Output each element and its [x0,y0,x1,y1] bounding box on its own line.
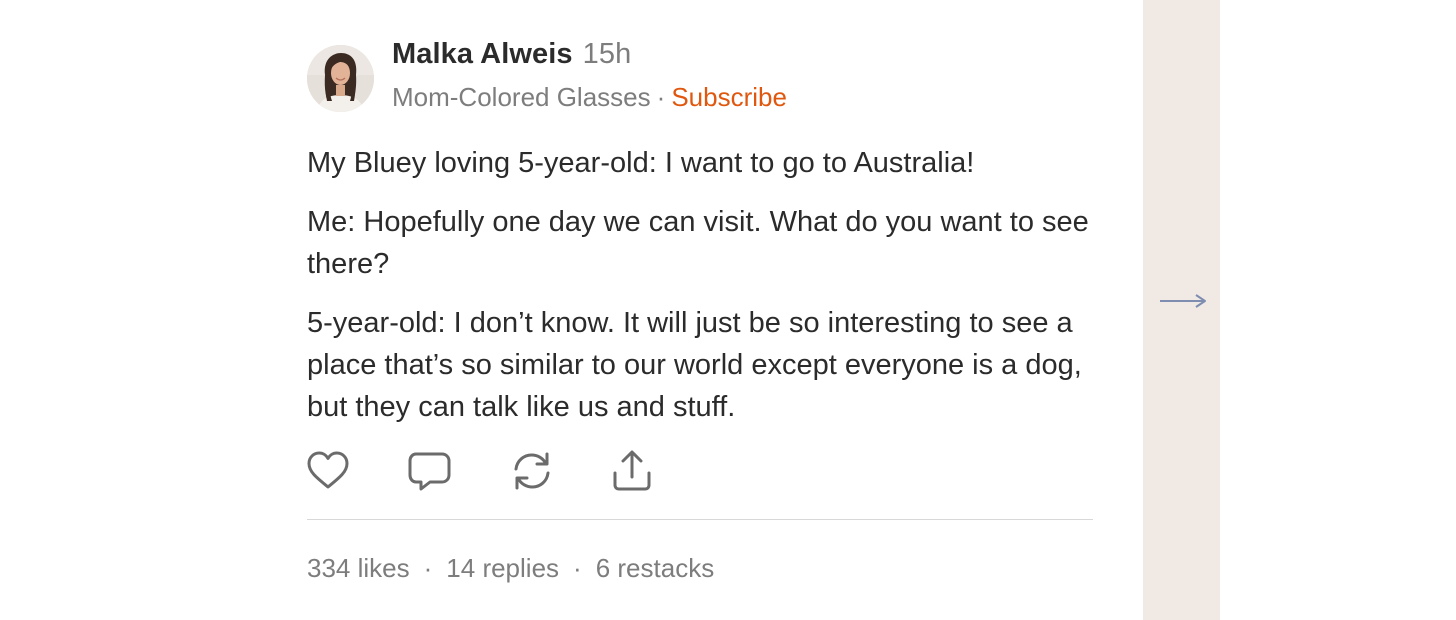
arrow-right-icon [1160,294,1206,308]
likes-count[interactable]: 334 likes [307,553,410,583]
like-button[interactable] [307,448,351,494]
restack-icon [514,452,550,490]
post-paragraph: 5-year-old: I don’t know. It will just b… [307,307,1082,423]
divider [307,519,1093,520]
share-button[interactable] [611,448,655,494]
engagement-stats: 334 likes · 14 replies · 6 restacks [307,553,714,584]
share-icon [613,450,651,491]
action-bar [307,448,707,494]
subscribe-link[interactable]: Subscribe [671,82,787,112]
comment-icon [408,452,451,491]
restacks-count[interactable]: 6 restacks [596,553,715,583]
post-timestamp: 15h [582,38,632,70]
heart-icon [307,451,349,489]
publication-line: Mom-Colored Glasses · Subscribe [392,82,787,113]
post-paragraph: Me: Hopefully one day we can visit. What… [307,206,1089,280]
separator-dot: · [656,82,666,112]
separator-dot: · [423,553,433,583]
next-post-panel[interactable] [1143,0,1220,620]
separator-dot: · [573,553,582,583]
restack-button[interactable] [510,448,554,494]
author-header: Malka Alweis 15h [392,38,631,71]
publication-name[interactable]: Mom-Colored Glasses [392,82,651,112]
author-name[interactable]: Malka Alweis [392,38,573,70]
post-body: My Bluey loving 5-year-old: I want to go… [307,142,1093,445]
reply-button[interactable] [408,448,452,494]
avatar[interactable] [307,45,374,112]
replies-count[interactable]: 14 replies [446,553,559,583]
note-post: Malka Alweis 15h Mom-Colored Glasses · Subs… [307,0,1093,620]
post-paragraph: My Bluey loving 5-year-old: I want to go… [307,147,975,179]
next-button[interactable] [1159,290,1207,312]
avatar-image [307,45,374,112]
